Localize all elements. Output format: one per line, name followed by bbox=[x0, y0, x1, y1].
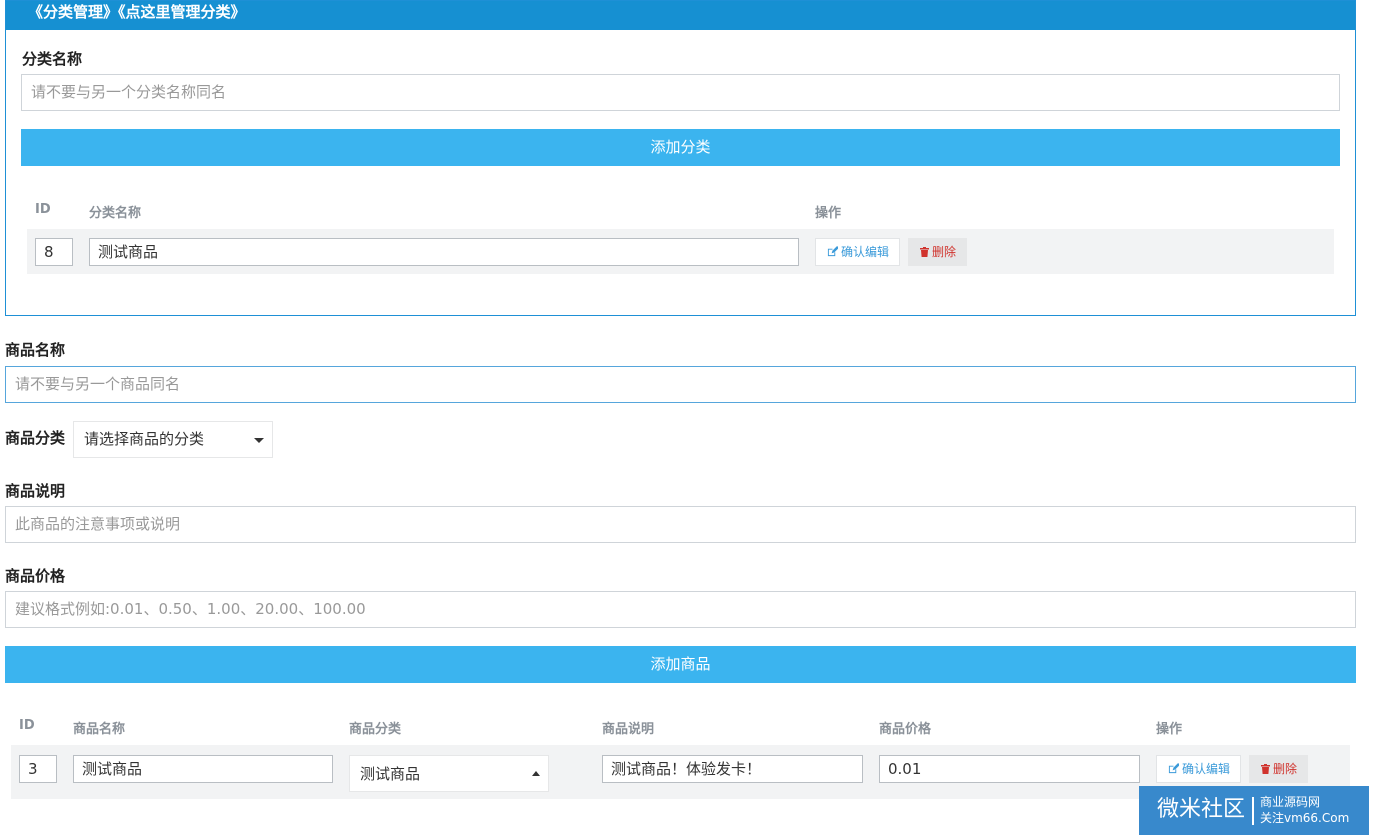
watermark-line1: 商业源码网 bbox=[1260, 795, 1321, 809]
confirm-edit-category-button[interactable]: 确认编辑 bbox=[815, 238, 901, 266]
product-category-field[interactable]: 测试商品 bbox=[349, 755, 549, 792]
add-category-button[interactable]: 添加分类 bbox=[21, 129, 1340, 166]
product-th-category: 商品分类 bbox=[349, 722, 402, 737]
confirm-edit-label: 确认编辑 bbox=[841, 245, 890, 259]
product-desc-field[interactable]: 测试商品！体验发卡！ bbox=[602, 755, 863, 783]
product-price-field[interactable]: 0.01 bbox=[879, 755, 1140, 783]
product-category-select-value: 请选择商品的分类 bbox=[84, 430, 205, 448]
product-name-input[interactable]: 请不要与另一个商品同名 bbox=[5, 366, 1356, 403]
delete-product-button[interactable]: 删除 bbox=[1249, 755, 1309, 783]
product-th-price: 商品价格 bbox=[879, 722, 932, 737]
product-category-field-value: 测试商品 bbox=[360, 765, 421, 783]
category-name-label: 分类名称 bbox=[22, 50, 83, 68]
chevron-down-icon bbox=[254, 438, 264, 443]
category-name-input[interactable]: 请不要与另一个分类名称同名 bbox=[21, 74, 1340, 111]
product-name-label: 商品名称 bbox=[5, 341, 66, 359]
product-desc-input[interactable]: 此商品的注意事项或说明 bbox=[5, 506, 1356, 543]
watermark-line2: 关注vm66.Com bbox=[1260, 811, 1350, 825]
product-th-name: 商品名称 bbox=[73, 722, 126, 737]
product-th-desc: 商品说明 bbox=[602, 722, 655, 737]
category-name-field[interactable]: 测试商品 bbox=[89, 238, 799, 266]
product-id-field[interactable]: 3 bbox=[19, 755, 57, 783]
product-price-label: 商品价格 bbox=[5, 567, 66, 585]
edit-icon bbox=[827, 246, 839, 257]
category-id-field[interactable]: 8 bbox=[35, 238, 73, 266]
watermark-divider bbox=[1252, 797, 1254, 825]
watermark-brand: 微米社区 bbox=[1157, 797, 1246, 822]
confirm-edit-product-button[interactable]: 确认编辑 bbox=[1156, 755, 1242, 783]
category-table-row: 8 测试商品 确认编辑 删除 bbox=[27, 229, 1334, 274]
product-category-select[interactable]: 请选择商品的分类 bbox=[73, 421, 273, 458]
edit-icon bbox=[1168, 763, 1180, 774]
category-th-actions: 操作 bbox=[815, 206, 842, 221]
add-product-button[interactable]: 添加商品 bbox=[5, 646, 1356, 683]
trash-icon bbox=[1261, 764, 1270, 774]
trash-icon bbox=[920, 247, 929, 257]
category-panel: 《分类管理》《点这里管理分类》 分类名称 请不要与另一个分类名称同名 添加分类 … bbox=[5, 0, 1356, 316]
confirm-edit-label: 确认编辑 bbox=[1182, 762, 1231, 776]
category-th-id: ID bbox=[35, 202, 51, 217]
product-th-actions: 操作 bbox=[1156, 722, 1183, 737]
watermark: 微米社区 商业源码网 关注vm66.Com bbox=[1139, 786, 1369, 835]
product-price-input[interactable]: 建议格式例如:0.01、0.50、1.00、20.00、100.00 bbox=[5, 591, 1356, 628]
category-th-name: 分类名称 bbox=[89, 206, 142, 221]
delete-label: 删除 bbox=[1273, 762, 1298, 776]
delete-label: 删除 bbox=[932, 245, 957, 259]
product-name-field[interactable]: 测试商品 bbox=[73, 755, 333, 783]
delete-category-button[interactable]: 删除 bbox=[908, 238, 968, 266]
product-category-label: 商品分类 bbox=[5, 429, 66, 447]
product-th-id: ID bbox=[19, 718, 35, 733]
category-panel-header[interactable]: 《分类管理》《点这里管理分类》 bbox=[6, 1, 1355, 30]
product-desc-label: 商品说明 bbox=[5, 482, 66, 500]
chevron-up-icon bbox=[532, 771, 540, 776]
